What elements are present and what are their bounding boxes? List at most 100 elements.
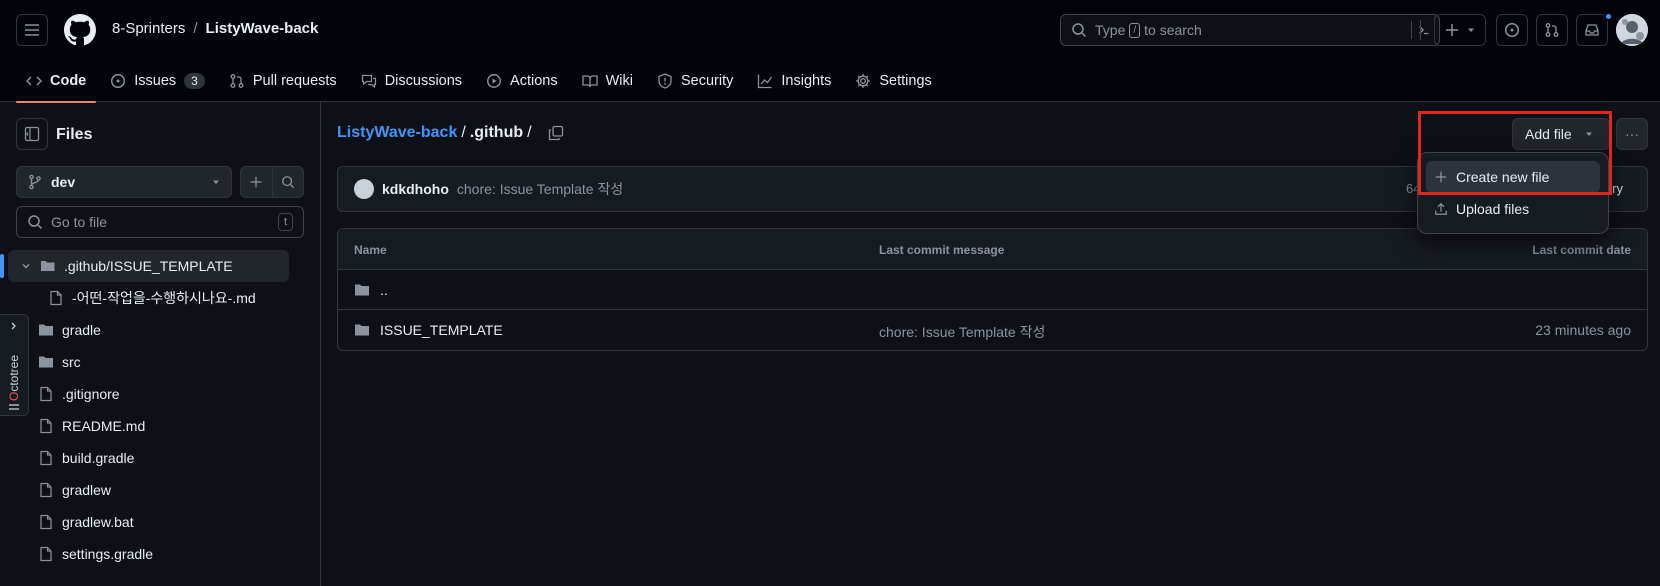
tab-actions[interactable]: Actions: [476, 60, 568, 102]
menu-button[interactable]: [16, 14, 48, 46]
issues-button[interactable]: [1496, 14, 1528, 46]
tree-item-gitignore[interactable]: .gitignore: [0, 378, 321, 410]
tab-discussions[interactable]: Discussions: [351, 60, 472, 102]
copy-path-icon[interactable]: [548, 125, 564, 141]
more-options-button[interactable]: ···: [1616, 118, 1648, 150]
breadcrumb-repo-link[interactable]: ListyWave-back: [337, 124, 457, 142]
tab-pull-requests[interactable]: Pull requests: [219, 60, 347, 102]
repo-path: 8-Sprinters / ListyWave-back: [112, 20, 318, 37]
tab-issues[interactable]: Issues 3: [100, 60, 215, 102]
row-name: ..: [354, 282, 388, 298]
tree-item-label: src: [62, 354, 81, 370]
file-icon: [40, 482, 52, 498]
history-link-partial[interactable]: ry: [1612, 181, 1623, 196]
branch-name: dev: [51, 174, 76, 190]
avatar-image-icon: [1616, 14, 1648, 46]
tab-settings-label: Settings: [879, 73, 932, 89]
tree-item-gradlew-bat[interactable]: gradlew.bat: [0, 506, 321, 538]
create-new-button[interactable]: [1434, 14, 1486, 46]
go-to-file-shortcut: t: [277, 213, 293, 231]
notification-indicator: [1604, 12, 1613, 21]
file-icon: [40, 546, 52, 562]
breadcrumb-current-dir: .github: [469, 124, 524, 141]
search-input[interactable]: Type / to search: [1060, 14, 1440, 46]
table-row[interactable]: ISSUE_TEMPLATE chore: Issue Template 작성 …: [338, 310, 1647, 350]
inbox-icon: [1585, 24, 1599, 36]
user-avatar[interactable]: [1616, 14, 1648, 46]
sidebar-collapse-icon: [24, 126, 40, 142]
file-icon: [50, 290, 62, 306]
plus-icon: [251, 176, 262, 188]
upload-files-item[interactable]: Upload files: [1426, 193, 1600, 225]
tree-item-src[interactable]: src: [0, 346, 321, 378]
search-shortcut-key: /: [1129, 22, 1141, 38]
add-file-sidebar-button[interactable]: [241, 167, 273, 197]
tab-insights[interactable]: Insights: [747, 60, 841, 102]
command-palette-button[interactable]: [1411, 21, 1431, 39]
shield-icon: [658, 73, 672, 89]
folder-icon: [39, 324, 53, 336]
commit-message[interactable]: chore: Issue Template 작성: [457, 179, 623, 199]
tab-wiki-label: Wiki: [605, 73, 633, 89]
breadcrumb: ListyWave-back / .github /: [337, 124, 564, 142]
go-to-file-placeholder: Go to file: [51, 214, 108, 230]
tree-item-gradlew[interactable]: gradlew: [0, 474, 321, 506]
tree-item-github-issue-template[interactable]: .github/ISSUE_TEMPLATE: [0, 250, 289, 282]
commit-author-avatar[interactable]: [354, 179, 374, 199]
tree-item-label: gradle: [62, 322, 101, 338]
annotation-highlight-box: [1418, 111, 1612, 195]
inbox-button[interactable]: [1576, 14, 1608, 46]
issues-count-badge: 3: [184, 73, 205, 89]
tree-item-gradle[interactable]: gradle: [0, 314, 321, 346]
top-bar: 8-Sprinters / ListyWave-back Type / to s…: [0, 0, 1660, 60]
octotree-toggle[interactable]: Octotree: [0, 314, 29, 416]
drag-handle-icon: [9, 404, 19, 410]
triangle-down-icon: [213, 180, 219, 184]
graph-icon: [758, 74, 773, 89]
branch-selector[interactable]: dev: [16, 166, 232, 198]
folder-link[interactable]: ISSUE_TEMPLATE: [380, 322, 503, 338]
code-icon: [26, 76, 42, 86]
tab-code[interactable]: Code: [16, 60, 97, 103]
tab-settings[interactable]: Settings: [845, 60, 941, 102]
tab-security[interactable]: Security: [647, 60, 743, 102]
tree-item-md-file[interactable]: -어떤-작업을-수행하시나요-.md: [0, 282, 321, 314]
table-row-parent-dir[interactable]: ..: [338, 270, 1647, 310]
search-icon: [28, 215, 43, 230]
octotree-label: Octotree: [7, 354, 21, 401]
commit-author[interactable]: kdkdhoho: [382, 181, 449, 197]
search-icon: [281, 176, 294, 189]
row-commit-message[interactable]: chore: Issue Template 작성: [879, 322, 1045, 342]
column-header-date: Last commit date: [1532, 243, 1631, 257]
sidebar-title: Files: [56, 126, 93, 143]
pull-requests-button[interactable]: [1536, 14, 1568, 46]
parent-dir-link[interactable]: ..: [380, 282, 388, 298]
file-tree: .github/ISSUE_TEMPLATE -어떤-작업을-수행하시나요-.m…: [0, 250, 321, 570]
tree-item-settings-gradle[interactable]: settings.gradle: [0, 538, 321, 570]
file-tree-sidebar: Files dev Go to file t .github/ISSUE_TEM…: [0, 102, 321, 586]
header-divider: [1420, 20, 1421, 40]
tree-item-build-gradle[interactable]: build.gradle: [0, 442, 321, 474]
gear-icon: [856, 74, 871, 88]
repo-owner-link[interactable]: 8-Sprinters: [112, 20, 185, 37]
tree-item-readme[interactable]: README.md: [0, 410, 321, 442]
column-header-message: Last commit message: [879, 243, 1005, 257]
file-icon: [40, 386, 52, 402]
play-icon: [487, 74, 501, 88]
issue-opened-icon: [1505, 23, 1519, 37]
folder-icon: [355, 324, 369, 336]
repo-name-link[interactable]: ListyWave-back: [206, 20, 319, 37]
tab-wiki[interactable]: Wiki: [572, 60, 643, 102]
collapse-sidebar-button[interactable]: [16, 118, 48, 150]
column-header-name: Name: [354, 243, 387, 257]
tab-issues-label: Issues: [134, 73, 177, 89]
folder-open-icon: [41, 261, 55, 271]
git-pull-request-icon: [1545, 23, 1559, 37]
tree-item-label: gradlew: [62, 482, 112, 498]
git-branch-icon: [29, 174, 41, 190]
github-logo-icon[interactable]: [64, 14, 96, 46]
go-to-file-input[interactable]: Go to file t: [16, 206, 304, 238]
triangle-down-icon: [1468, 28, 1474, 32]
tree-item-label: settings.gradle: [62, 546, 154, 562]
search-files-button[interactable]: [273, 167, 304, 197]
